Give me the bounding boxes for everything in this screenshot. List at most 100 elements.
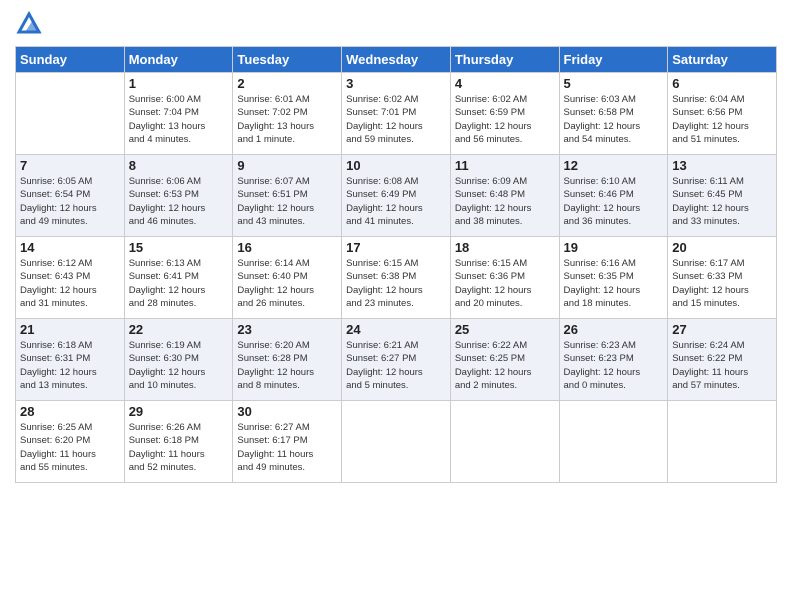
cell-info-text: Sunrise: 6:17 AM Sunset: 6:33 PM Dayligh…: [672, 257, 772, 310]
cell-date-number: 30: [237, 404, 337, 419]
cell-date-number: 17: [346, 240, 446, 255]
cell-date-number: 20: [672, 240, 772, 255]
calendar-cell-29: 29 Sunrise: 6:26 AM Sunset: 6:18 PM Dayli…: [124, 401, 233, 483]
calendar-cell-21: 21 Sunrise: 6:18 AM Sunset: 6:31 PM Dayli…: [16, 319, 125, 401]
logo: [15, 10, 47, 38]
cell-date-number: 23: [237, 322, 337, 337]
col-header-tuesday: Tuesday: [233, 47, 342, 73]
cell-date-number: 15: [129, 240, 229, 255]
calendar-cell-1: 1 Sunrise: 6:00 AM Sunset: 7:04 PM Daylig…: [124, 73, 233, 155]
calendar-cell-26: 26 Sunrise: 6:23 AM Sunset: 6:23 PM Dayli…: [559, 319, 668, 401]
cell-date-number: 18: [455, 240, 555, 255]
cell-date-number: 10: [346, 158, 446, 173]
cell-info-text: Sunrise: 6:15 AM Sunset: 6:38 PM Dayligh…: [346, 257, 446, 310]
cell-date-number: 3: [346, 76, 446, 91]
cell-date-number: 25: [455, 322, 555, 337]
cell-date-number: 4: [455, 76, 555, 91]
cell-info-text: Sunrise: 6:01 AM Sunset: 7:02 PM Dayligh…: [237, 93, 337, 146]
cell-date-number: 14: [20, 240, 120, 255]
calendar-cell-24: 24Sunrise: 6:21 AM Sunset: 6:27 PM Dayli…: [342, 319, 451, 401]
calendar-cell-5: 5 Sunrise: 6:03 AM Sunset: 6:58 PM Daylig…: [559, 73, 668, 155]
calendar-cell-16: 16 Sunrise: 6:14 AM Sunset: 6:40 PM Dayli…: [233, 237, 342, 319]
cell-date-number: 22: [129, 322, 229, 337]
cell-info-text: Sunrise: 6:03 AM Sunset: 6:58 PM Dayligh…: [564, 93, 664, 146]
calendar-empty-cell: [16, 73, 125, 155]
calendar-cell-9: 9 Sunrise: 6:07 AM Sunset: 6:51 PM Daylig…: [233, 155, 342, 237]
calendar-cell-23: 23 Sunrise: 6:20 AM Sunset: 6:28 PM Dayli…: [233, 319, 342, 401]
calendar-cell-27: 27 Sunrise: 6:24 AM Sunset: 6:22 PM Dayli…: [668, 319, 777, 401]
logo-icon: [15, 10, 43, 38]
cell-info-text: Sunrise: 6:08 AM Sunset: 6:49 PM Dayligh…: [346, 175, 446, 228]
cell-date-number: 2: [237, 76, 337, 91]
calendar-table: SundayMondayTuesdayWednesdayThursdayFrid…: [15, 46, 777, 483]
cell-info-text: Sunrise: 6:25 AM Sunset: 6:20 PM Dayligh…: [20, 421, 120, 474]
cell-info-text: Sunrise: 6:09 AM Sunset: 6:48 PM Dayligh…: [455, 175, 555, 228]
cell-info-text: Sunrise: 6:27 AM Sunset: 6:17 PM Dayligh…: [237, 421, 337, 474]
cell-info-text: Sunrise: 6:14 AM Sunset: 6:40 PM Dayligh…: [237, 257, 337, 310]
cell-date-number: 29: [129, 404, 229, 419]
cell-date-number: 6: [672, 76, 772, 91]
calendar-week-1: 1 Sunrise: 6:00 AM Sunset: 7:04 PM Daylig…: [16, 73, 777, 155]
calendar-cell-25: 25 Sunrise: 6:22 AM Sunset: 6:25 PM Dayli…: [450, 319, 559, 401]
cell-date-number: 26: [564, 322, 664, 337]
calendar-cell-12: 12 Sunrise: 6:10 AM Sunset: 6:46 PM Dayli…: [559, 155, 668, 237]
calendar-cell-14: 14 Sunrise: 6:12 AM Sunset: 6:43 PM Dayli…: [16, 237, 125, 319]
cell-info-text: Sunrise: 6:19 AM Sunset: 6:30 PM Dayligh…: [129, 339, 229, 392]
cell-date-number: 5: [564, 76, 664, 91]
cell-info-text: Sunrise: 6:00 AM Sunset: 7:04 PM Dayligh…: [129, 93, 229, 146]
calendar-cell-3: 3 Sunrise: 6:02 AM Sunset: 7:01 PM Daylig…: [342, 73, 451, 155]
cell-info-text: Sunrise: 6:12 AM Sunset: 6:43 PM Dayligh…: [20, 257, 120, 310]
calendar-cell-15: 15Sunrise: 6:13 AM Sunset: 6:41 PM Dayli…: [124, 237, 233, 319]
calendar-cell-6: 6 Sunrise: 6:04 AM Sunset: 6:56 PM Daylig…: [668, 73, 777, 155]
calendar-week-2: 7 Sunrise: 6:05 AM Sunset: 6:54 PM Daylig…: [16, 155, 777, 237]
calendar-week-4: 21 Sunrise: 6:18 AM Sunset: 6:31 PM Dayli…: [16, 319, 777, 401]
calendar-week-3: 14 Sunrise: 6:12 AM Sunset: 6:43 PM Dayli…: [16, 237, 777, 319]
calendar-cell-19: 19 Sunrise: 6:16 AM Sunset: 6:35 PM Dayli…: [559, 237, 668, 319]
cell-date-number: 11: [455, 158, 555, 173]
col-header-thursday: Thursday: [450, 47, 559, 73]
calendar-cell-10: 10 Sunrise: 6:08 AM Sunset: 6:49 PM Dayli…: [342, 155, 451, 237]
cell-date-number: 9: [237, 158, 337, 173]
cell-date-number: 16: [237, 240, 337, 255]
calendar-cell-2: 2 Sunrise: 6:01 AM Sunset: 7:02 PM Daylig…: [233, 73, 342, 155]
cell-date-number: 12: [564, 158, 664, 173]
calendar-cell-8: 8Sunrise: 6:06 AM Sunset: 6:53 PM Daylig…: [124, 155, 233, 237]
cell-info-text: Sunrise: 6:04 AM Sunset: 6:56 PM Dayligh…: [672, 93, 772, 146]
cell-date-number: 28: [20, 404, 120, 419]
cell-info-text: Sunrise: 6:26 AM Sunset: 6:18 PM Dayligh…: [129, 421, 229, 474]
cell-info-text: Sunrise: 6:22 AM Sunset: 6:25 PM Dayligh…: [455, 339, 555, 392]
col-header-saturday: Saturday: [668, 47, 777, 73]
cell-info-text: Sunrise: 6:24 AM Sunset: 6:22 PM Dayligh…: [672, 339, 772, 392]
cell-date-number: 27: [672, 322, 772, 337]
cell-date-number: 7: [20, 158, 120, 173]
cell-info-text: Sunrise: 6:05 AM Sunset: 6:54 PM Dayligh…: [20, 175, 120, 228]
calendar-header-row: SundayMondayTuesdayWednesdayThursdayFrid…: [16, 47, 777, 73]
cell-date-number: 19: [564, 240, 664, 255]
cell-info-text: Sunrise: 6:23 AM Sunset: 6:23 PM Dayligh…: [564, 339, 664, 392]
cell-date-number: 24: [346, 322, 446, 337]
calendar-cell-13: 13Sunrise: 6:11 AM Sunset: 6:45 PM Dayli…: [668, 155, 777, 237]
cell-info-text: Sunrise: 6:02 AM Sunset: 7:01 PM Dayligh…: [346, 93, 446, 146]
calendar-cell-11: 11 Sunrise: 6:09 AM Sunset: 6:48 PM Dayli…: [450, 155, 559, 237]
cell-info-text: Sunrise: 6:02 AM Sunset: 6:59 PM Dayligh…: [455, 93, 555, 146]
cell-info-text: Sunrise: 6:18 AM Sunset: 6:31 PM Dayligh…: [20, 339, 120, 392]
calendar-empty-cell: [450, 401, 559, 483]
calendar-cell-30: 30 Sunrise: 6:27 AM Sunset: 6:17 PM Dayli…: [233, 401, 342, 483]
calendar-empty-cell: [342, 401, 451, 483]
cell-info-text: Sunrise: 6:11 AM Sunset: 6:45 PM Dayligh…: [672, 175, 772, 228]
cell-date-number: 21: [20, 322, 120, 337]
cell-info-text: Sunrise: 6:16 AM Sunset: 6:35 PM Dayligh…: [564, 257, 664, 310]
calendar-cell-28: 28 Sunrise: 6:25 AM Sunset: 6:20 PM Dayli…: [16, 401, 125, 483]
calendar-cell-18: 18 Sunrise: 6:15 AM Sunset: 6:36 PM Dayli…: [450, 237, 559, 319]
col-header-sunday: Sunday: [16, 47, 125, 73]
calendar-cell-20: 20 Sunrise: 6:17 AM Sunset: 6:33 PM Dayli…: [668, 237, 777, 319]
cell-info-text: Sunrise: 6:10 AM Sunset: 6:46 PM Dayligh…: [564, 175, 664, 228]
calendar-cell-22: 22 Sunrise: 6:19 AM Sunset: 6:30 PM Dayli…: [124, 319, 233, 401]
cell-date-number: 8: [129, 158, 229, 173]
cell-date-number: 1: [129, 76, 229, 91]
col-header-wednesday: Wednesday: [342, 47, 451, 73]
cell-info-text: Sunrise: 6:20 AM Sunset: 6:28 PM Dayligh…: [237, 339, 337, 392]
calendar-cell-17: 17 Sunrise: 6:15 AM Sunset: 6:38 PM Dayli…: [342, 237, 451, 319]
cell-info-text: Sunrise: 6:15 AM Sunset: 6:36 PM Dayligh…: [455, 257, 555, 310]
cell-info-text: Sunrise: 6:07 AM Sunset: 6:51 PM Dayligh…: [237, 175, 337, 228]
